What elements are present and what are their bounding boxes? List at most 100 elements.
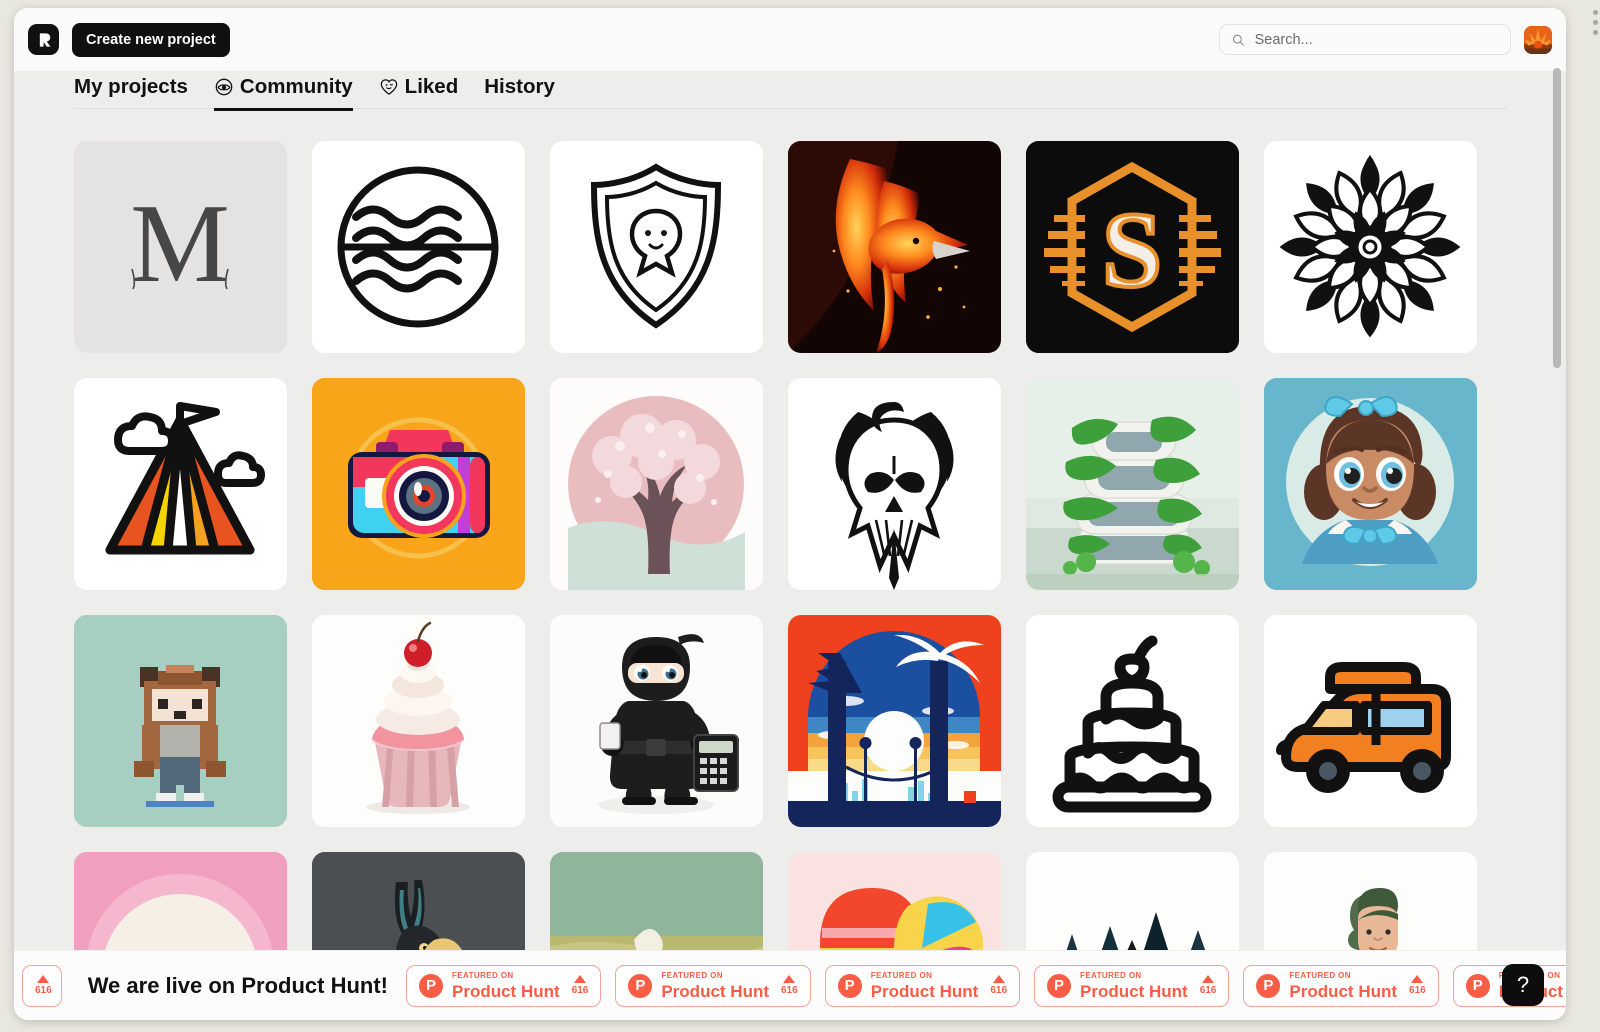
retro-sunset-poster-art <box>788 615 1001 827</box>
project-tile-cartoon-girl-avatar[interactable] <box>1264 378 1477 590</box>
tab-community-label: Community <box>239 75 353 98</box>
project-tile-retro-sunset-poster[interactable] <box>788 615 1001 827</box>
wave-circle-logo-art <box>337 166 499 328</box>
upvote-group[interactable]: 616 <box>781 975 798 996</box>
eye-circle-icon <box>214 77 234 97</box>
product-hunt-badge[interactable]: P FEATURED ON Product Hunt 616 <box>824 964 1021 1007</box>
upvote-group[interactable]: 616 <box>1409 975 1426 996</box>
product-hunt-badge-partial[interactable]: 616 <box>22 964 62 1007</box>
heart-wink-icon <box>379 77 399 97</box>
upvote-triangle-icon <box>37 975 50 983</box>
app-logo-icon[interactable] <box>28 24 59 55</box>
search-input[interactable] <box>1254 31 1499 48</box>
project-tile-wave-circle-logo[interactable] <box>312 141 525 353</box>
banner-headline: We are live on Product Hunt! <box>87 972 388 998</box>
upvote-count: 616 <box>1199 985 1217 996</box>
user-avatar[interactable] <box>1524 25 1552 54</box>
featured-on-label: FEATURED ON <box>661 970 723 980</box>
project-tile-letter-s-hexagon-logo[interactable]: S <box>1026 141 1239 353</box>
vertical-scrollbar-thumb[interactable] <box>1553 68 1561 368</box>
cherry-blossom-tree-art <box>550 378 763 590</box>
project-tile-tiered-cake-icon[interactable] <box>1026 615 1239 827</box>
upvote-group[interactable]: 616 <box>1199 975 1217 996</box>
projects-scroll-area[interactable]: M S <box>14 111 1566 1020</box>
svg-text:S: S <box>1102 191 1162 310</box>
window-dot <box>1593 10 1598 15</box>
project-tile-orange-van-icon[interactable] <box>1264 615 1477 827</box>
product-hunt-logo-icon: P <box>628 973 653 998</box>
featured-on-label: FEATURED ON <box>452 970 514 980</box>
product-hunt-banner: 616 We are live on Product Hunt! P FEATU… <box>14 950 1566 1020</box>
phoenix-artwork-art <box>788 141 1001 353</box>
cupcake-illustration-art <box>312 615 525 827</box>
product-hunt-logo-icon: P <box>1465 973 1490 998</box>
upvote-group[interactable]: 616 <box>990 975 1007 996</box>
projects-grid: M S <box>74 141 1477 1020</box>
avatar-image <box>1524 25 1552 54</box>
product-hunt-label: Product Hunt <box>1289 981 1398 1001</box>
product-hunt-badge[interactable]: P FEATURED ON Product Hunt 616 <box>1034 964 1230 1007</box>
search-icon <box>1232 34 1244 46</box>
letter-s-hexagon-logo-art: S <box>1026 141 1239 353</box>
pixel-dog-character-art <box>74 615 287 827</box>
app-window: Create new project Search... My projects… <box>14 8 1566 1020</box>
project-tile-circus-tent-icon[interactable] <box>74 378 287 590</box>
product-hunt-badge[interactable]: P FEATURED ON Product Hunt 616 <box>406 964 602 1007</box>
project-tile-pixel-dog-character[interactable] <box>74 615 287 827</box>
vertical-scrollbar-track[interactable] <box>1553 68 1561 1012</box>
badge-text: FEATURED ON Product Hunt <box>661 970 769 1001</box>
search-box[interactable] <box>1219 24 1511 55</box>
product-hunt-logo-icon: P <box>419 973 443 998</box>
project-tile-ninja-character[interactable] <box>550 615 763 827</box>
mandala-flower-art-art <box>1279 155 1461 338</box>
tab-liked-label: Liked <box>404 75 459 98</box>
featured-on-label: FEATURED ON <box>1080 970 1142 980</box>
tab-my-projects-label: My projects <box>74 75 188 98</box>
tab-history[interactable]: History <box>484 75 555 111</box>
tabs-list: My projects Community Liked History <box>74 71 555 111</box>
project-tile-cherry-blossom-tree[interactable] <box>550 378 763 590</box>
product-hunt-logo-icon: P <box>1047 973 1072 998</box>
badge-text: FEATURED ON Product Hunt <box>1289 971 1398 1001</box>
tiered-cake-icon-art <box>1052 635 1212 813</box>
project-tile-shield-lion-logo[interactable] <box>550 141 763 353</box>
upvote-count: 616 <box>571 985 589 996</box>
tab-liked[interactable]: Liked <box>379 75 459 111</box>
create-new-project-button[interactable]: Create new project <box>72 22 230 57</box>
product-hunt-logo-icon: P <box>837 973 862 998</box>
product-hunt-badge[interactable]: P FEATURED ON Product Hunt 616 <box>615 964 811 1007</box>
circus-tent-icon-art <box>105 402 265 555</box>
project-tile-cupcake-illustration[interactable] <box>312 615 525 827</box>
upvote-triangle-icon <box>1202 975 1215 983</box>
camera-icon-art <box>312 378 525 590</box>
monogram-m-logo-art: M <box>130 182 230 306</box>
upvote-triangle-icon <box>574 975 586 983</box>
project-tile-green-building-render[interactable] <box>1026 378 1239 590</box>
upvote-count: 616 <box>35 985 52 996</box>
product-hunt-label: Product Hunt <box>870 981 979 1001</box>
top-bar-right <box>1219 24 1552 55</box>
badge-text: FEATURED ON Product Hunt <box>1080 970 1188 1001</box>
project-tile-tribal-skull-art[interactable] <box>788 378 1001 590</box>
project-tile-camera-icon[interactable] <box>312 378 525 590</box>
tab-community[interactable]: Community <box>213 75 353 111</box>
project-tile-monogram-m-logo[interactable]: M <box>74 141 287 353</box>
top-bar: Create new project <box>14 8 1566 71</box>
project-tile-mandala-flower-art[interactable] <box>1264 141 1477 353</box>
tab-my-projects[interactable]: My projects <box>74 75 188 111</box>
badge-text: FEATURED ON Product Hunt <box>870 971 979 1001</box>
upvote-group[interactable]: 616 <box>571 975 589 996</box>
orange-van-icon-art <box>1276 662 1451 793</box>
ninja-character-art <box>550 615 763 827</box>
product-hunt-label: Product Hunt <box>1080 981 1188 1001</box>
product-hunt-label: Product Hunt <box>661 981 769 1001</box>
window-dot <box>1593 30 1598 35</box>
upvote-group[interactable]: 616 <box>35 975 52 996</box>
project-tile-phoenix-artwork[interactable] <box>788 141 1001 353</box>
upvote-count: 616 <box>781 985 798 996</box>
badge-text: FEATURED ON Product Hunt <box>452 970 560 1000</box>
window-dots <box>1593 10 1598 35</box>
product-hunt-badge[interactable]: P FEATURED ON Product Hunt 616 <box>1243 964 1439 1007</box>
green-building-render-art <box>1026 378 1239 590</box>
help-button[interactable]: ? <box>1502 964 1544 1006</box>
